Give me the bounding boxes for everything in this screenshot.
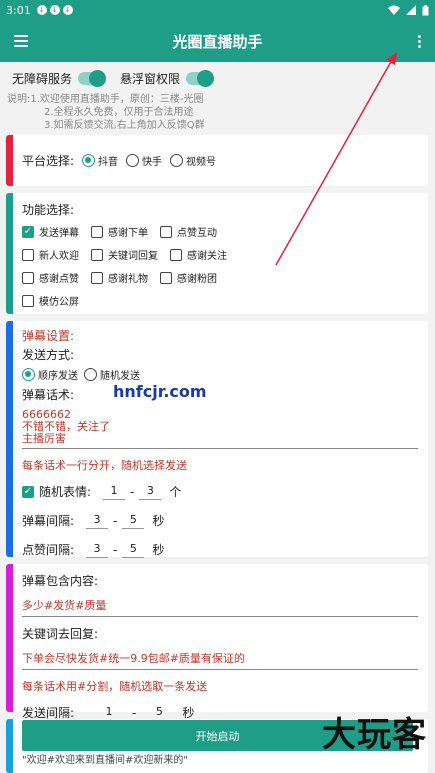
annotation-arrow xyxy=(275,52,397,266)
brand-watermark: 大玩客 xyxy=(322,715,427,755)
site-watermark: hnfcjr.com xyxy=(113,382,207,401)
